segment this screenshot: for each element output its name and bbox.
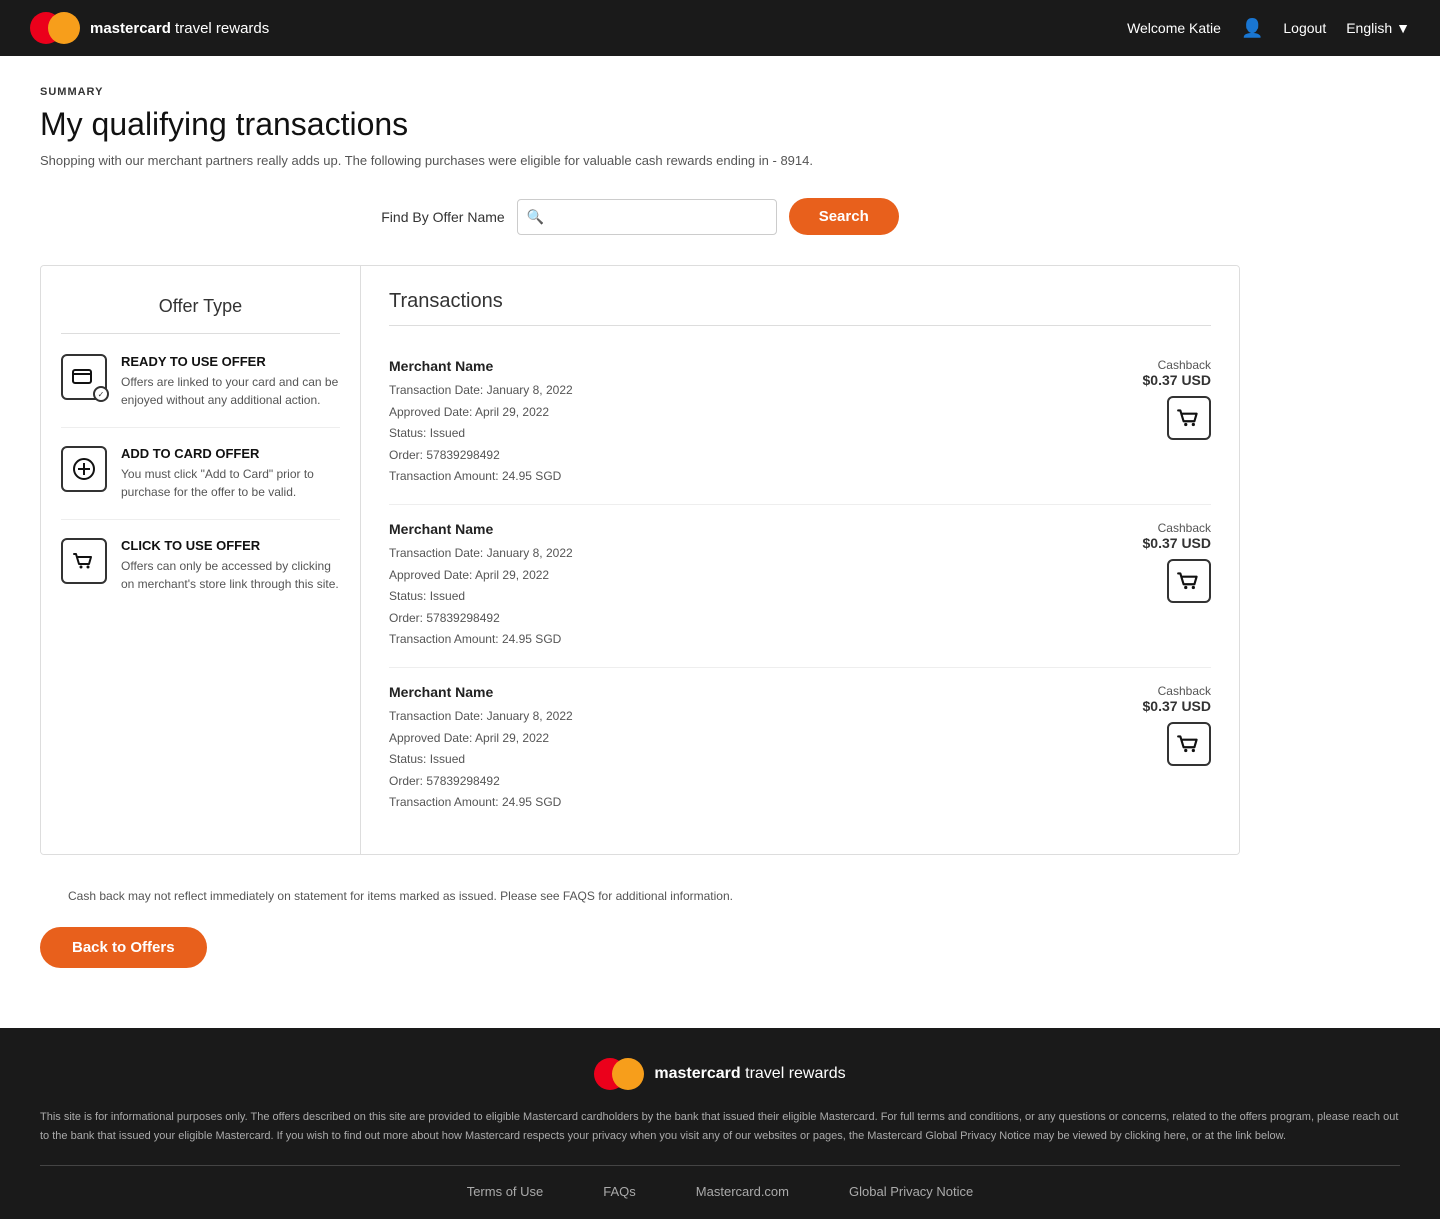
cashback-amount-1: $0.37 USD (1143, 372, 1211, 388)
offer-type-item-ready: ✓ READY TO USE OFFER Offers are linked t… (61, 354, 340, 428)
logout-button[interactable]: Logout (1283, 20, 1326, 36)
cart-icon-1 (1167, 396, 1211, 440)
search-label: Find By Offer Name (381, 209, 504, 225)
main-content: SUMMARY My qualifying transactions Shopp… (0, 56, 1280, 1028)
offer-type-item-click: CLICK TO USE OFFER Offers can only be ac… (61, 538, 340, 611)
transaction-detail-1: Transaction Date: January 8, 2022 Approv… (389, 380, 1143, 488)
transaction-info-1: Merchant Name Transaction Date: January … (389, 358, 1143, 488)
footer-brand-name: mastercard (654, 1065, 740, 1082)
search-section: Find By Offer Name 🔍 Search (40, 198, 1240, 235)
click-offer-desc: Offers can only be accessed by clicking … (121, 557, 340, 593)
profile-icon[interactable]: 👤 (1241, 18, 1263, 39)
footer-logo-row: mastercard travel rewards (40, 1058, 1400, 1090)
add-offer-icon (61, 446, 107, 492)
transaction-info-3: Merchant Name Transaction Date: January … (389, 684, 1143, 814)
cart-icon-3 (1167, 722, 1211, 766)
search-icon: 🔍 (527, 208, 544, 225)
click-offer-icon (61, 538, 107, 584)
cashback-amount-3: $0.37 USD (1143, 698, 1211, 714)
cashback-label-1: Cashback (1143, 358, 1211, 372)
brand-name: mastercard (90, 20, 171, 37)
footer-brand-text: mastercard travel rewards (654, 1065, 845, 1083)
header-logo: mastercard travel rewards (30, 12, 269, 44)
ready-offer-icon: ✓ (61, 354, 107, 400)
footer-mastercard-logo (594, 1058, 644, 1090)
transaction-detail-2: Transaction Date: January 8, 2022 Approv… (389, 543, 1143, 651)
cart-icon-2 (1167, 559, 1211, 603)
check-badge-icon: ✓ (93, 386, 109, 402)
merchant-name-1: Merchant Name (389, 358, 1143, 374)
footer-mc-orange-circle (612, 1058, 644, 1090)
brand-suffix: travel rewards (171, 20, 269, 37)
footer-disclaimer: This site is for informational purposes … (40, 1108, 1400, 1145)
chevron-down-icon: ▼ (1396, 20, 1410, 36)
search-button[interactable]: Search (789, 198, 899, 235)
footer-brand-suffix: travel rewards (741, 1065, 846, 1082)
table-row: Merchant Name Transaction Date: January … (389, 342, 1211, 505)
footer-faqs-link[interactable]: FAQs (603, 1184, 636, 1199)
page-subtitle: Shopping with our merchant partners real… (40, 153, 1240, 168)
transaction-info-2: Merchant Name Transaction Date: January … (389, 521, 1143, 651)
click-offer-info: CLICK TO USE OFFER Offers can only be ac… (121, 538, 340, 593)
header: mastercard travel rewards Welcome Katie … (0, 0, 1440, 56)
panel-row: Offer Type ✓ READY TO USE OFFER Offers a… (40, 265, 1240, 855)
transactions-panel: Transactions Merchant Name Transaction D… (361, 266, 1239, 854)
footer-links: Terms of Use FAQs Mastercard.com Global … (40, 1165, 1400, 1199)
ready-offer-name: READY TO USE OFFER (121, 354, 340, 369)
add-offer-name: ADD TO CARD OFFER (121, 446, 340, 461)
cashback-amount-2: $0.37 USD (1143, 535, 1211, 551)
offer-type-title: Offer Type (61, 296, 340, 334)
add-offer-info: ADD TO CARD OFFER You must click "Add to… (121, 446, 340, 501)
welcome-text: Welcome Katie (1127, 20, 1221, 36)
click-offer-name: CLICK TO USE OFFER (121, 538, 340, 553)
ready-offer-info: READY TO USE OFFER Offers are linked to … (121, 354, 340, 409)
back-btn-wrap: Back to Offers (40, 917, 1240, 998)
summary-label: SUMMARY (40, 86, 1240, 98)
cashback-label-3: Cashback (1143, 684, 1211, 698)
mastercard-logo (30, 12, 80, 44)
language-selector[interactable]: English ▼ (1346, 20, 1410, 36)
transaction-detail-3: Transaction Date: January 8, 2022 Approv… (389, 706, 1143, 814)
back-to-offers-button[interactable]: Back to Offers (40, 927, 207, 968)
table-row: Merchant Name Transaction Date: January … (389, 668, 1211, 830)
transactions-title: Transactions (389, 290, 1211, 326)
search-input-wrap: 🔍 (517, 199, 777, 235)
merchant-name-3: Merchant Name (389, 684, 1143, 700)
language-label: English (1346, 20, 1392, 36)
offer-type-item-add: ADD TO CARD OFFER You must click "Add to… (61, 446, 340, 520)
footer-mastercard-link[interactable]: Mastercard.com (696, 1184, 789, 1199)
footer: mastercard travel rewards This site is f… (0, 1028, 1440, 1219)
footer-privacy-link[interactable]: Global Privacy Notice (849, 1184, 973, 1199)
transaction-cashback-1: Cashback $0.37 USD (1143, 358, 1211, 440)
ready-offer-desc: Offers are linked to your card and can b… (121, 373, 340, 409)
footer-terms-link[interactable]: Terms of Use (467, 1184, 544, 1199)
merchant-name-2: Merchant Name (389, 521, 1143, 537)
cashback-note: Cash back may not reflect immediately on… (40, 875, 1240, 917)
offer-type-sidebar: Offer Type ✓ READY TO USE OFFER Offers a… (41, 266, 361, 854)
mc-orange-circle (48, 12, 80, 44)
brand-text: mastercard travel rewards (90, 20, 269, 37)
search-input[interactable] (517, 199, 777, 235)
page-title: My qualifying transactions (40, 106, 1240, 143)
transaction-cashback-2: Cashback $0.37 USD (1143, 521, 1211, 603)
transaction-cashback-3: Cashback $0.37 USD (1143, 684, 1211, 766)
header-nav: Welcome Katie 👤 Logout English ▼ (1127, 18, 1410, 39)
add-offer-desc: You must click "Add to Card" prior to pu… (121, 465, 340, 501)
table-row: Merchant Name Transaction Date: January … (389, 505, 1211, 668)
cashback-label-2: Cashback (1143, 521, 1211, 535)
